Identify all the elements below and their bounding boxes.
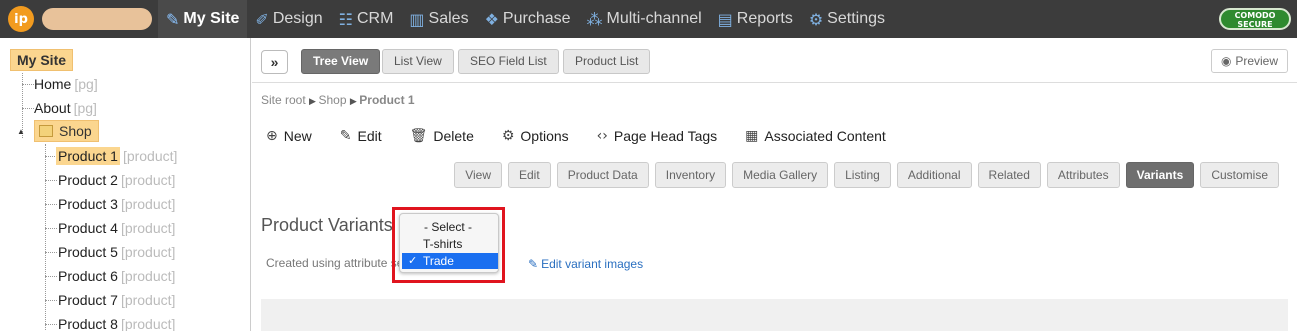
breadcrumb: Site root ▶ Shop ▶ Product 1	[261, 93, 415, 107]
site-tree: My Site Home [pg] About [pg] ▲ Shop Produc…	[0, 38, 251, 331]
comodo-secure-badge[interactable]: COMODO SECURE	[1219, 8, 1291, 30]
tab-related[interactable]: Related	[977, 162, 1041, 188]
dropdown-option-trade[interactable]: ✓ Trade	[402, 253, 498, 269]
tab-view[interactable]: View	[454, 162, 502, 188]
breadcrumb-shop[interactable]: Shop	[318, 93, 346, 107]
expand-sidebar-button[interactable]: »	[261, 50, 288, 74]
breadcrumb-site-root[interactable]: Site root	[261, 93, 306, 107]
plus-circle-icon: ⊕	[266, 128, 278, 144]
tree-connector	[45, 324, 57, 325]
nav-multi-channel[interactable]: ⁂ Multi-channel	[579, 0, 710, 38]
breadcrumb-current: Product 1	[359, 93, 415, 107]
gear-icon: ⚙	[501, 128, 515, 144]
tree-root-my-site[interactable]: My Site	[10, 49, 74, 71]
tree-connector	[45, 144, 46, 331]
contacts-icon: ☷	[338, 9, 353, 29]
tab-additional[interactable]: Additional	[896, 162, 972, 188]
code-icon: ‹›	[596, 128, 608, 144]
edit-icon: ✎	[166, 9, 180, 29]
associated-content-button[interactable]: ▦ Associated Content	[745, 128, 886, 144]
tree-connector	[45, 204, 57, 205]
brush-icon: ✐	[255, 9, 269, 29]
collapse-triangle-icon[interactable]: ▲	[17, 127, 25, 136]
edit-button[interactable]: ✎ Edit	[340, 128, 382, 144]
tree-node-product-1[interactable]: Product 1 [product]	[56, 147, 177, 165]
created-using-label: Created using attribute se	[266, 256, 404, 270]
tab-customise[interactable]: Customise	[1200, 162, 1279, 188]
nav-design[interactable]: ✐ Design	[247, 0, 330, 38]
tree-connector	[45, 276, 57, 277]
tree-node-product-3[interactable]: Product 3 [product]	[58, 196, 175, 212]
edit-variant-images-link[interactable]: ✎ Edit variant images	[528, 257, 643, 271]
nav-settings[interactable]: ⚙ Settings	[801, 0, 893, 38]
delete-button[interactable]: 🗑 Delete	[410, 128, 474, 144]
folder-icon	[39, 125, 53, 137]
list-view-button[interactable]: List View	[382, 49, 454, 74]
main-panel: » Tree View List View SEO Field List Pro…	[252, 38, 1297, 331]
nav-my-site[interactable]: ✎ My Site	[158, 0, 248, 38]
product-list-button[interactable]: Product List	[563, 49, 651, 74]
pencil-icon: ✎	[528, 257, 539, 271]
seo-field-list-button[interactable]: SEO Field List	[458, 49, 559, 74]
tree-node-home[interactable]: Home [pg]	[34, 76, 98, 92]
tree-node-product-4[interactable]: Product 4 [product]	[58, 220, 175, 236]
tree-node-product-7[interactable]: Product 7 [product]	[58, 292, 175, 308]
tab-variants[interactable]: Variants	[1125, 162, 1195, 188]
nav-sales[interactable]: ▥ Sales	[401, 0, 476, 38]
new-button[interactable]: ⊕ New	[266, 128, 312, 144]
dropdown-option-t-shirts[interactable]: T-shirts	[402, 236, 498, 252]
preview-button[interactable]: ◉ Preview	[1211, 49, 1288, 73]
tree-connector	[45, 228, 57, 229]
product-tabs: View Edit Product Data Inventory Media G…	[448, 162, 1279, 188]
tree-node-product-6[interactable]: Product 6 [product]	[58, 268, 175, 284]
chevron-right-icon: ▶	[349, 96, 360, 106]
divider	[252, 82, 1297, 83]
checkmark-icon: ✓	[408, 254, 418, 267]
action-bar: ⊕ New ✎ Edit 🗑 Delete ⚙ Options ‹› Page Head …	[266, 128, 914, 144]
trash-icon: 🗑	[409, 128, 428, 144]
tree-node-shop[interactable]: Shop	[34, 120, 99, 142]
nav-crm[interactable]: ☷ CRM	[331, 0, 402, 38]
options-button[interactable]: ⚙ Options	[502, 128, 569, 144]
attribute-set-dropdown[interactable]: - Select - T-shirts ✓ Trade	[399, 213, 499, 273]
eye-icon: ◉	[1221, 54, 1236, 68]
tab-media-gallery[interactable]: Media Gallery	[732, 162, 829, 188]
top-navigation: ip ✎ My Site ✐ Design ☷ CRM ▥ Sales ❖ Purchas…	[0, 0, 1297, 38]
section-title: Product Variants	[261, 215, 393, 235]
reports-icon: ▤	[717, 9, 733, 29]
site-selector[interactable]	[42, 8, 152, 30]
tree-view-button[interactable]: Tree View	[301, 49, 381, 74]
page-head-tags-button[interactable]: ‹› Page Head Tags	[597, 128, 717, 144]
tree-connector	[45, 180, 57, 181]
network-icon: ⁂	[586, 9, 603, 29]
tab-inventory[interactable]: Inventory	[654, 162, 727, 188]
bar-chart-icon: ▥	[409, 9, 425, 29]
tab-product-data[interactable]: Product Data	[556, 162, 649, 188]
tree-node-about[interactable]: About [pg]	[34, 100, 97, 116]
gear-icon: ⚙	[808, 9, 824, 29]
nav-purchase[interactable]: ❖ Purchase	[477, 0, 579, 38]
tag-icon: ❖	[484, 9, 499, 29]
tab-attributes[interactable]: Attributes	[1046, 162, 1120, 188]
tree-node-product-2[interactable]: Product 2 [product]	[58, 172, 175, 188]
tab-listing[interactable]: Listing	[834, 162, 891, 188]
tree-connector	[22, 84, 34, 85]
content-icon: ▦	[745, 128, 759, 144]
tree-connector	[45, 252, 57, 253]
logo[interactable]: ip	[8, 6, 34, 32]
tree-connector	[45, 300, 57, 301]
pencil-icon: ✎	[339, 128, 352, 144]
tree-connector	[22, 108, 34, 109]
tree-node-product-8[interactable]: Product 8 [product]	[58, 316, 175, 331]
dropdown-option-select[interactable]: - Select -	[402, 219, 498, 235]
tree-node-product-5[interactable]: Product 5 [product]	[58, 244, 175, 260]
tab-edit[interactable]: Edit	[508, 162, 551, 188]
variants-content-area	[261, 299, 1288, 331]
nav-reports[interactable]: ▤ Reports	[710, 0, 801, 38]
